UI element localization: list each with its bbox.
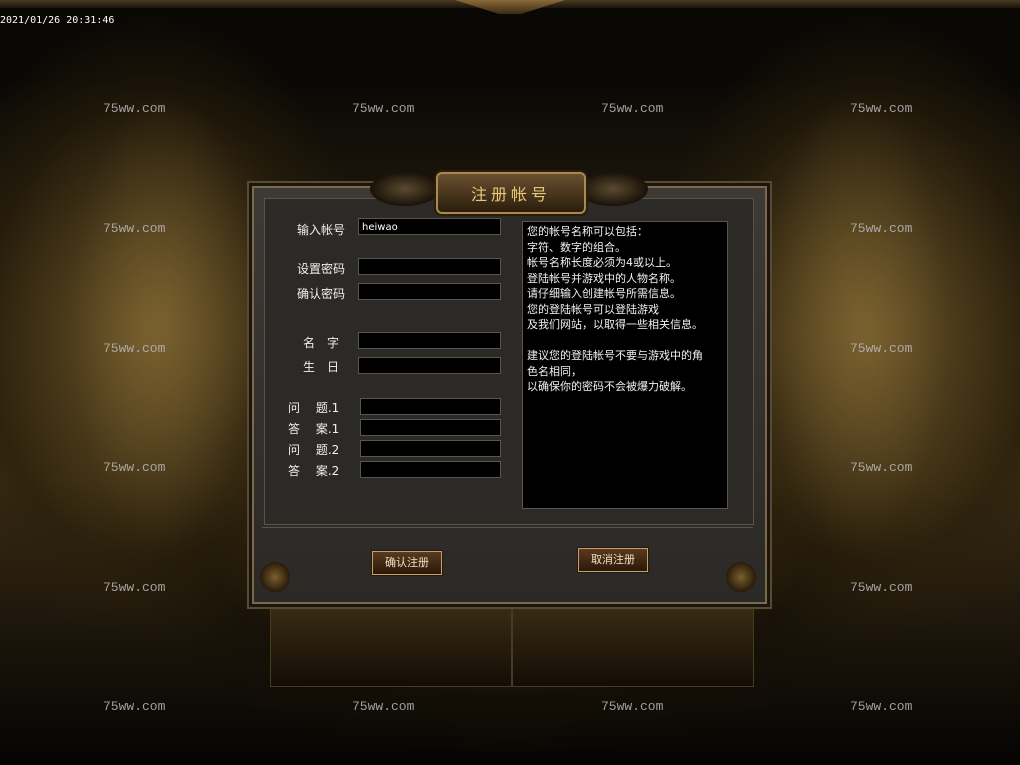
dialog-title: 注册帐号 — [470, 185, 551, 204]
watermark: 75ww.com — [850, 221, 913, 236]
question2-input[interactable] — [360, 440, 501, 457]
watermark: 75ww.com — [850, 101, 913, 116]
question1-input[interactable] — [360, 398, 501, 415]
lower-door-right — [512, 605, 754, 687]
confirm-password-input[interactable] — [358, 283, 501, 300]
lower-door-left — [270, 605, 512, 687]
cancel-register-button[interactable]: 取消注册 — [578, 548, 648, 572]
watermark: 75ww.com — [103, 101, 166, 116]
dialog-footer — [262, 527, 753, 592]
watermark: 75ww.com — [103, 699, 166, 714]
corner-ornament-right — [726, 562, 756, 592]
account-label: 输入帐号 — [297, 223, 346, 237]
left-wing-decoration — [70, 90, 260, 550]
watermark: 75ww.com — [601, 101, 664, 116]
watermark: 75ww.com — [352, 699, 415, 714]
answer1-input[interactable] — [360, 419, 501, 436]
answer2-label: 答 案.2 — [288, 464, 340, 478]
confirm-password-label: 确认密码 — [297, 287, 346, 301]
watermark: 75ww.com — [103, 341, 166, 356]
watermark: 75ww.com — [850, 460, 913, 475]
watermark: 75ww.com — [103, 580, 166, 595]
watermark: 75ww.com — [601, 699, 664, 714]
question1-label: 问 题.1 — [288, 401, 340, 415]
watermark: 75ww.com — [103, 460, 166, 475]
watermark: 75ww.com — [850, 341, 913, 356]
watermark: 75ww.com — [103, 221, 166, 236]
confirm-register-button[interactable]: 确认注册 — [372, 551, 442, 575]
birthday-label: 生 日 — [303, 360, 340, 374]
watermark: 75ww.com — [850, 699, 913, 714]
answer1-label: 答 案.1 — [288, 422, 340, 436]
corner-ornament-left — [260, 562, 290, 592]
answer2-input[interactable] — [360, 461, 501, 478]
birthday-input[interactable] — [358, 357, 501, 374]
timestamp: 2021/01/26 20:31:46 — [0, 15, 115, 26]
title-scroll-left — [370, 172, 440, 206]
title-scroll-right — [578, 172, 648, 206]
watermark: 75ww.com — [850, 580, 913, 595]
right-wing-decoration — [760, 90, 950, 550]
dialog-title-plate: 注册帐号 — [436, 172, 586, 214]
password-label: 设置密码 — [297, 262, 346, 276]
name-label: 名 字 — [303, 336, 340, 350]
name-input[interactable] — [358, 332, 501, 349]
password-input[interactable] — [358, 258, 501, 275]
info-text-panel: 您的帐号名称可以包括： 字符、数字的组合。 帐号名称长度必须为4或以上。 登陆帐… — [522, 221, 728, 509]
account-input[interactable]: heiwao — [358, 218, 501, 235]
watermark: 75ww.com — [352, 101, 415, 116]
question2-label: 问 题.2 — [288, 443, 340, 457]
